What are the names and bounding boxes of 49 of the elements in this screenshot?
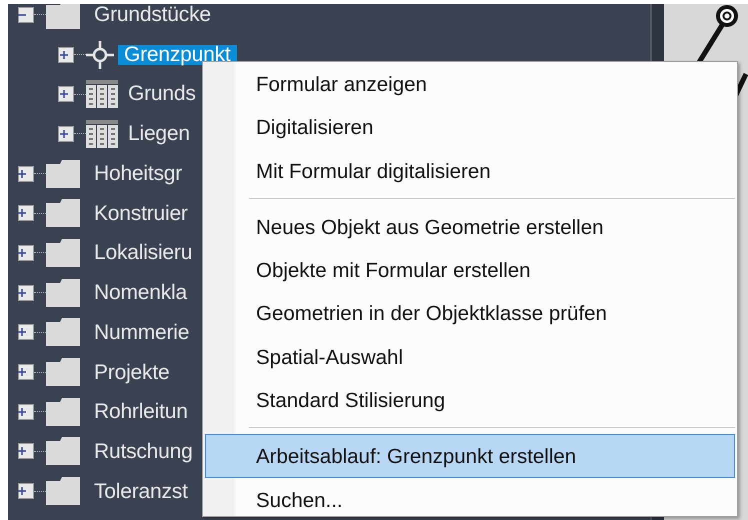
menu-item[interactable]: Neues Objekt aus Geometrie erstellen	[205, 204, 735, 248]
expand-icon[interactable]	[18, 443, 34, 460]
menu-item[interactable]: Mit Formular digitalisieren	[205, 148, 735, 192]
folder-icon	[46, 238, 80, 267]
expand-icon[interactable]	[18, 244, 34, 261]
menu-item[interactable]: Spatial-Auswahl	[205, 334, 735, 378]
tree-item[interactable]: Liegen	[122, 124, 196, 144]
tree-item[interactable]: Hoheitsgr	[88, 163, 188, 184]
folder-icon	[46, 160, 80, 188]
tree-item[interactable]: Grunds	[122, 84, 202, 104]
tree-item[interactable]: Lokalisieru	[88, 242, 198, 264]
expand-icon[interactable]	[18, 483, 34, 500]
tree-item[interactable]: Grenzpunkt	[118, 44, 237, 65]
table-icon	[86, 120, 118, 148]
folder-icon	[46, 398, 80, 426]
menu-item[interactable]: Arbeitsablauf: Grenzpunkt erstellen	[205, 434, 735, 478]
tree-item[interactable]: Grundstücke	[88, 4, 217, 26]
expand-icon[interactable]	[58, 46, 74, 63]
tree-item[interactable]: Toleranzst	[88, 480, 194, 502]
expand-icon[interactable]	[58, 126, 74, 142]
menu-item[interactable]: Suchen...	[205, 478, 735, 520]
folder-icon	[46, 278, 80, 307]
folder-icon	[46, 437, 80, 466]
expand-icon[interactable]	[18, 404, 34, 420]
tree-item[interactable]: Rohrleitun	[88, 401, 194, 422]
tree-item[interactable]: Rutschung	[88, 440, 199, 462]
menu-item[interactable]: Standard Stilisierung	[205, 378, 735, 422]
menu-item[interactable]: Objekte mit Formular erstellen	[205, 248, 735, 292]
expand-icon[interactable]	[18, 364, 34, 380]
crosshair-icon	[86, 40, 114, 69]
expand-icon[interactable]	[18, 284, 34, 301]
expand-icon[interactable]	[58, 86, 74, 102]
folder-icon	[46, 4, 80, 29]
tree-item[interactable]: Konstruier	[88, 202, 194, 224]
folder-icon	[46, 358, 80, 386]
folder-icon	[46, 477, 80, 506]
menu-item[interactable]: Digitalisieren	[205, 105, 735, 149]
tree-item[interactable]: Projekte	[88, 362, 176, 383]
collapse-icon[interactable]	[18, 6, 34, 23]
expand-icon[interactable]	[18, 205, 34, 222]
table-icon	[86, 80, 118, 108]
menu-item[interactable]: Formular anzeigen	[205, 62, 735, 106]
expand-icon[interactable]	[18, 166, 34, 182]
folder-icon	[46, 318, 80, 346]
folder-icon	[46, 199, 80, 228]
menu-item[interactable]: Geometrien in der Objektklasse prüfen	[205, 291, 735, 335]
expand-icon[interactable]	[18, 324, 34, 340]
tree-item[interactable]: Nummerie	[88, 322, 196, 343]
tree-item[interactable]: Nomenkla	[88, 282, 193, 304]
